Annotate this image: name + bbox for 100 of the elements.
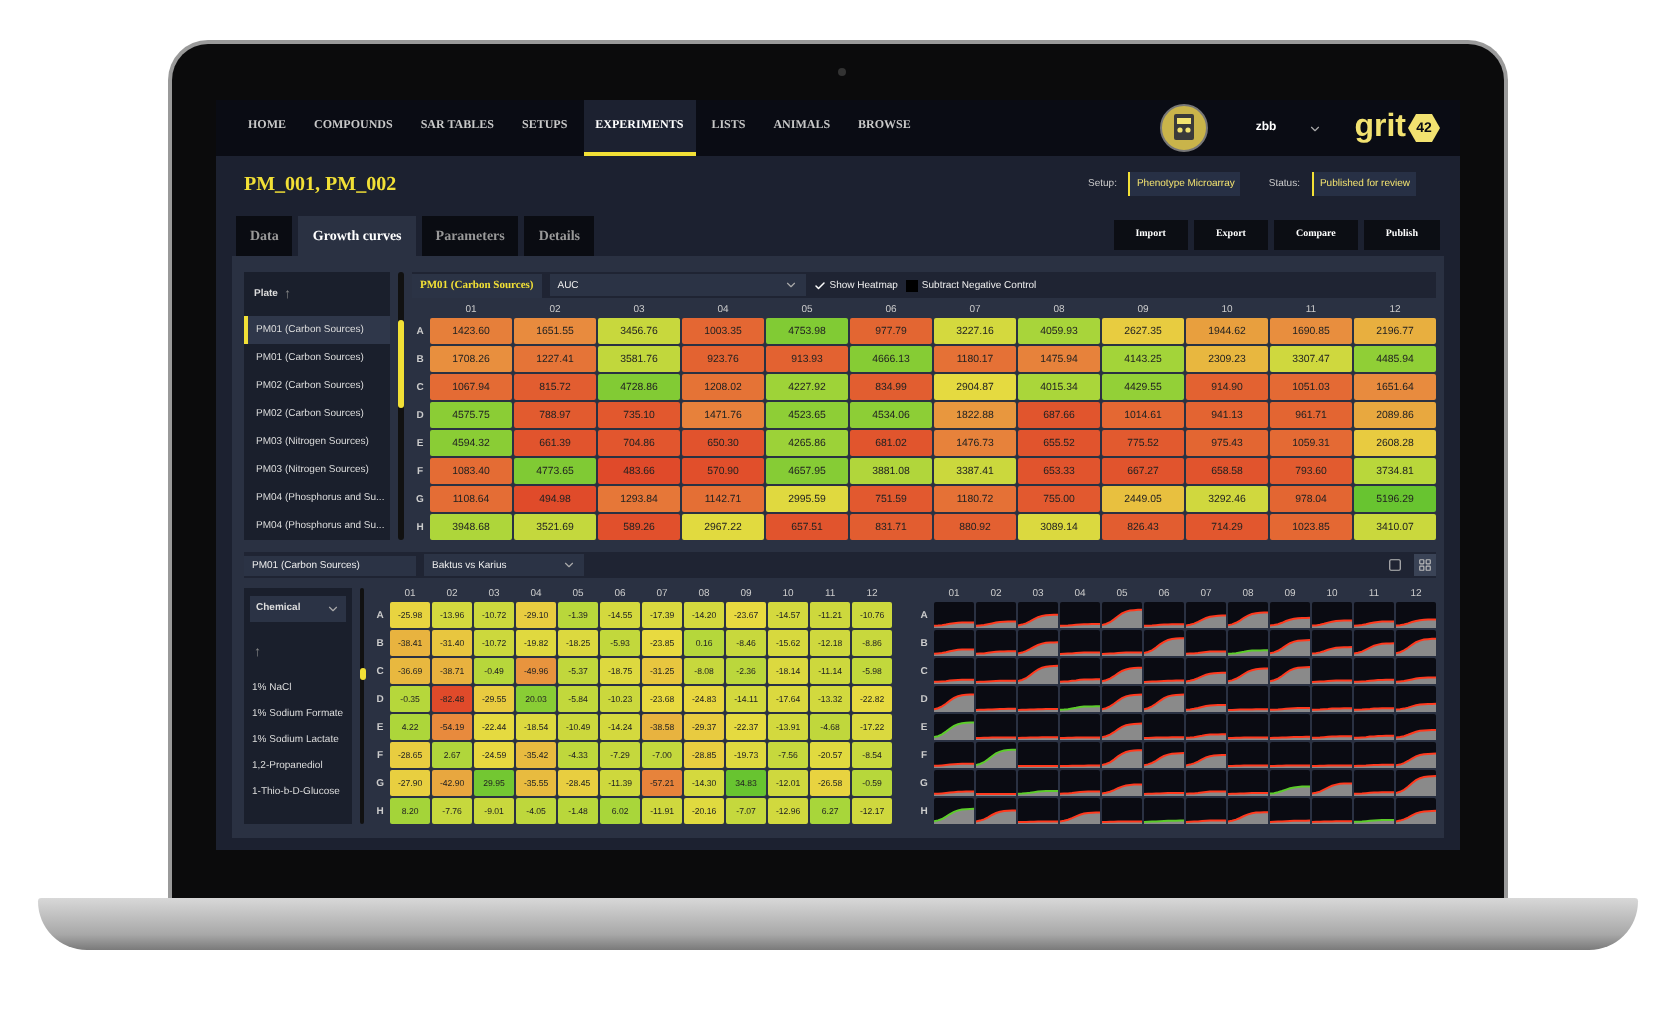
growth-curve-drawing	[934, 714, 974, 740]
growth-curve-drawing	[1144, 658, 1184, 684]
growth-curve-drawing	[1060, 714, 1100, 740]
growth-curve-drawing	[1102, 630, 1142, 656]
scrollbar[interactable]	[360, 588, 365, 824]
growth-curve-drawing	[1102, 686, 1142, 712]
growth-curve-drawing	[1228, 770, 1268, 796]
growth-curve-drawing	[934, 770, 974, 796]
growth-curve-drawing	[1018, 602, 1058, 628]
growth-curve-drawing	[976, 602, 1016, 628]
grid-view-button[interactable]	[1414, 554, 1436, 576]
growth-curve-drawing	[1102, 798, 1142, 824]
chevron-down-icon	[562, 558, 576, 572]
growth-curve-drawing	[1396, 742, 1436, 768]
growth-curve-drawing	[1312, 658, 1352, 684]
growth-curve-drawing	[1312, 602, 1352, 628]
growth-curve-drawing	[1102, 742, 1142, 768]
growth-curve-drawing	[1186, 630, 1226, 656]
growth-curve-drawing	[934, 602, 974, 628]
growth-curve-drawing	[1144, 602, 1184, 628]
camera-icon	[838, 68, 846, 76]
growth-curve-drawing	[976, 742, 1016, 768]
growth-curve-drawing	[1312, 742, 1352, 768]
growth-curve-drawing	[1396, 798, 1436, 824]
growth-curve-drawing	[1186, 602, 1226, 628]
growth-curve-drawing	[1312, 770, 1352, 796]
growth-curve-drawing	[934, 742, 974, 768]
growth-curve-drawing	[1018, 658, 1058, 684]
growth-curve-drawing	[1396, 602, 1436, 628]
growth-curve-drawing	[1144, 798, 1184, 824]
growth-curve-drawing	[1186, 714, 1226, 740]
growth-curve-drawing	[1354, 658, 1394, 684]
growth-curve-drawing	[976, 770, 1016, 796]
growth-curve-drawing	[1186, 742, 1226, 768]
chevron-down-icon	[783, 278, 798, 292]
single-view-button[interactable]	[1384, 554, 1406, 576]
growth-curve-drawing	[1018, 742, 1058, 768]
growth-curve-drawing	[1144, 630, 1184, 656]
growth-curve-drawing	[1102, 714, 1142, 740]
growth-curve-drawing	[934, 798, 974, 824]
growth-curve-drawing	[1228, 602, 1268, 628]
growth-curve-drawing	[1396, 658, 1436, 684]
growth-curve-drawing	[1060, 602, 1100, 628]
growth-curve-drawing	[1354, 714, 1394, 740]
growth-curve-drawing	[934, 658, 974, 684]
growth-curve-drawing	[1060, 630, 1100, 656]
growth-curve-drawing	[1186, 798, 1226, 824]
growth-curve-drawing	[1396, 630, 1436, 656]
growth-curve-drawing	[976, 658, 1016, 684]
experiment-title: PM_001, PM_002	[244, 173, 399, 195]
growth-curve-drawing	[1228, 686, 1268, 712]
growth-curve-drawing	[1060, 798, 1100, 824]
checkbox[interactable]	[905, 279, 918, 291]
growth-curve-drawing	[1354, 602, 1394, 628]
scrollbar[interactable]	[398, 272, 404, 540]
growth-curve-drawing	[1018, 798, 1058, 824]
checkbox[interactable]	[813, 279, 826, 291]
growth-curve-drawing	[1312, 798, 1352, 824]
growth-curve-drawing	[976, 798, 1016, 824]
growth-curve-drawing	[934, 630, 974, 656]
chevron-down-icon	[1308, 121, 1323, 135]
growth-curve-drawing	[1018, 686, 1058, 712]
growth-curve-drawing	[1396, 714, 1436, 740]
growth-curve-drawing	[1186, 658, 1226, 684]
growth-curve-drawing	[1312, 686, 1352, 712]
growth-curve-drawing	[1060, 658, 1100, 684]
growth-curve-drawing	[1228, 630, 1268, 656]
growth-curve-drawing	[1354, 770, 1394, 796]
growth-curve-drawing	[1270, 798, 1310, 824]
growth-curve-drawing	[1312, 630, 1352, 656]
growth-curve-drawing	[976, 630, 1016, 656]
growth-curve-drawing	[1270, 742, 1310, 768]
growth-curve-drawing	[1354, 742, 1394, 768]
growth-curve-drawing	[976, 714, 1016, 740]
growth-curve-drawing	[1270, 686, 1310, 712]
growth-curve-drawing	[1312, 714, 1352, 740]
growth-curve-drawing	[1270, 658, 1310, 684]
growth-curve-drawing	[1018, 714, 1058, 740]
growth-curve-drawing	[1354, 798, 1394, 824]
chevron-down-icon	[326, 602, 341, 616]
growth-curve-drawing	[1228, 714, 1268, 740]
growth-curve-drawing	[1270, 602, 1310, 628]
growth-curve-drawing	[1144, 686, 1184, 712]
growth-curve-drawing	[1396, 686, 1436, 712]
robot-avatar-icon[interactable]	[1159, 104, 1208, 152]
growth-curve-drawing	[1102, 770, 1142, 796]
growth-curve-drawing	[1102, 602, 1142, 628]
growth-curve-drawing	[1060, 770, 1100, 796]
growth-curve-drawing	[1270, 770, 1310, 796]
growth-curve-drawing	[1018, 770, 1058, 796]
growth-curve-drawing	[1144, 714, 1184, 740]
growth-curve-drawing	[1270, 630, 1310, 656]
growth-curve-drawing	[976, 686, 1016, 712]
growth-curve-drawing	[1354, 686, 1394, 712]
growth-curve-drawing	[1228, 798, 1268, 824]
growth-curve-drawing	[1018, 630, 1058, 656]
growth-curve-drawing	[1186, 686, 1226, 712]
growth-curve-drawing	[934, 686, 974, 712]
growth-curve-drawing	[1354, 630, 1394, 656]
growth-curve-drawing	[1186, 770, 1226, 796]
